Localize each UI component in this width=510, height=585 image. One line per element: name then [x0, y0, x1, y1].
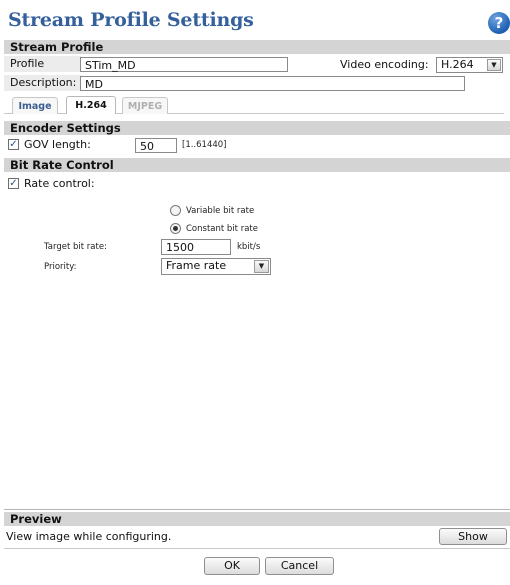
profile-name-label: Profile name: [4, 56, 82, 86]
gov-length-label: GOV length: [24, 138, 91, 151]
gov-checkbox[interactable]: ✓ [8, 139, 19, 150]
tab-image[interactable]: Image [12, 97, 58, 114]
bitrate-heading: Bit Rate Control [4, 158, 510, 172]
ok-button[interactable]: OK [204, 557, 260, 575]
variable-bitrate-radio[interactable] [170, 205, 181, 216]
chevron-down-icon: ▼ [254, 260, 269, 273]
encoder-settings-heading: Encoder Settings [4, 121, 510, 135]
tab-mjpeg[interactable]: MJPEG [122, 97, 168, 114]
video-encoding-select[interactable]: H.264 ▼ [436, 57, 503, 73]
variable-bitrate-label: Variable bit rate [186, 206, 255, 216]
video-encoding-label: Video encoding: [340, 58, 429, 71]
description-input[interactable]: MD [80, 76, 465, 91]
preview-text: View image while configuring. [6, 530, 172, 543]
description-label: Description: [4, 75, 82, 91]
footer-divider [4, 548, 510, 549]
target-bitrate-label: Target bit rate: [44, 242, 107, 252]
show-button[interactable]: Show [439, 528, 507, 545]
gov-length-input[interactable]: 50 [135, 138, 177, 153]
page-title: Stream Profile Settings [8, 9, 254, 31]
stream-profile-heading: Stream Profile [4, 40, 510, 54]
priority-select[interactable]: Frame rate ▼ [161, 258, 271, 275]
preview-divider [4, 509, 510, 510]
priority-value: Frame rate [166, 259, 227, 272]
gov-range-hint: [1..61440] [182, 140, 227, 150]
preview-heading: Preview [4, 512, 510, 526]
target-bitrate-unit: kbit/s [237, 242, 261, 252]
priority-label: Priority: [44, 262, 77, 272]
rate-control-label: Rate control: [24, 177, 95, 190]
help-icon[interactable]: ? [488, 12, 510, 34]
cancel-button[interactable]: Cancel [265, 557, 334, 575]
profile-name-input[interactable]: STim_MD [80, 57, 288, 72]
target-bitrate-input[interactable]: 1500 [161, 239, 231, 255]
tab-h264[interactable]: H.264 [66, 96, 116, 114]
video-encoding-value: H.264 [441, 58, 474, 71]
constant-bitrate-label: Constant bit rate [186, 224, 258, 234]
constant-bitrate-radio[interactable] [170, 223, 181, 234]
chevron-down-icon: ▼ [487, 59, 501, 71]
rate-control-checkbox[interactable]: ✓ [8, 178, 19, 189]
